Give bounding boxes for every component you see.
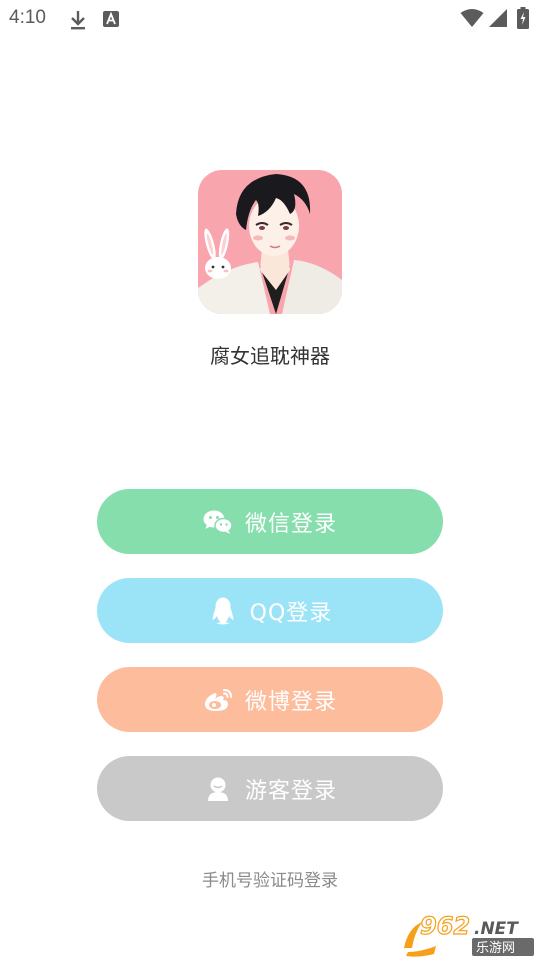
weibo-icon xyxy=(203,685,233,715)
app-name: 腐女追耽神器 xyxy=(210,344,330,368)
wechat-icon xyxy=(203,507,233,537)
svg-text:.NET: .NET xyxy=(474,919,519,939)
phone-login-link[interactable]: 手机号验证码登录 xyxy=(0,866,540,891)
signal-icon xyxy=(488,8,508,32)
status-bar: 4:10 xyxy=(0,0,540,38)
a-notification-icon xyxy=(103,11,119,31)
guest-login-button[interactable]: 游客登录 xyxy=(97,756,443,821)
qq-penguin-icon xyxy=(208,596,238,626)
watermark-logo: 962 .NET 乐游网 xyxy=(400,908,536,958)
guest-login-label: 游客登录 xyxy=(244,778,337,804)
svg-text:962: 962 xyxy=(420,912,470,940)
battery-icon xyxy=(517,7,529,33)
qq-login-button[interactable]: QQ登录 xyxy=(97,578,443,643)
svg-text:乐游网: 乐游网 xyxy=(476,941,515,956)
weibo-login-button[interactable]: 微博登录 xyxy=(97,667,443,732)
app-logo xyxy=(198,170,342,314)
qq-login-label: QQ登录 xyxy=(249,600,333,626)
wechat-login-button[interactable]: 微信登录 xyxy=(97,489,443,554)
login-screen: 4:10 腐女追耽神器 微信登录 QQ登录 微博登录 游客登录 手机号验证码登录… xyxy=(0,0,540,960)
wifi-icon xyxy=(460,8,484,32)
weibo-login-label: 微博登录 xyxy=(244,689,337,715)
status-time: 4:10 xyxy=(9,7,46,28)
wechat-login-label: 微信登录 xyxy=(244,511,337,537)
download-icon xyxy=(68,9,88,35)
guest-user-icon xyxy=(203,774,233,804)
